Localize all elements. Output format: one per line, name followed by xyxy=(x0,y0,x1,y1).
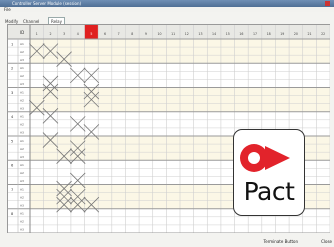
row-label: A3 xyxy=(20,106,24,110)
window-title: Controller Server Module (session) xyxy=(12,1,82,6)
row-label: A1 xyxy=(20,163,24,167)
column-number: 14 xyxy=(212,32,216,36)
column-number: 1 xyxy=(36,32,38,36)
group-id: 8 xyxy=(11,212,14,216)
group-id: 1 xyxy=(11,42,13,46)
row-label: A3 xyxy=(20,155,24,159)
pact-logo: Pact xyxy=(233,129,305,216)
column-number: 19 xyxy=(280,32,284,36)
pact-logo-text: Pact xyxy=(243,177,295,206)
grid-header-label: ID xyxy=(20,30,24,35)
row-label: A3 xyxy=(20,203,24,207)
row-label: A3 xyxy=(20,82,24,86)
row-label: A2 xyxy=(20,171,24,175)
menu-bar: File xyxy=(0,7,334,12)
row-label: A3 xyxy=(20,228,24,232)
row-label: A2 xyxy=(20,98,24,102)
column-number: 4 xyxy=(77,32,79,36)
group-id: 5 xyxy=(11,139,13,143)
close-icon[interactable] xyxy=(325,1,330,6)
row-label: A1 xyxy=(20,139,24,143)
group-id: 6 xyxy=(11,164,14,168)
row-label: A1 xyxy=(20,90,24,94)
terminate-button[interactable]: Terminate Button xyxy=(264,237,299,247)
column-number: 2 xyxy=(49,32,51,36)
column-number: 20 xyxy=(294,32,298,36)
row-label: A3 xyxy=(20,131,24,135)
column-number: 17 xyxy=(253,32,257,36)
row-label: A1 xyxy=(20,187,24,191)
menu-file[interactable]: File xyxy=(4,7,11,12)
column-number: 18 xyxy=(267,32,271,36)
column-number: 11 xyxy=(171,32,175,36)
row-label: A2 xyxy=(20,220,24,224)
column-number: 10 xyxy=(158,32,162,36)
column-number: 3 xyxy=(63,32,65,36)
row-label: A1 xyxy=(20,115,24,119)
status-bar: Terminate Button Close xyxy=(0,237,334,247)
column-number: 5 xyxy=(90,32,92,36)
row-label: A1 xyxy=(20,66,24,70)
pact-mark-icon xyxy=(240,144,290,172)
row-label: A2 xyxy=(20,195,24,199)
group-id: 2 xyxy=(11,67,13,71)
row-label: A2 xyxy=(20,74,24,78)
column-number: 6 xyxy=(104,32,106,36)
column-number: 21 xyxy=(308,32,312,36)
close-button[interactable]: Close xyxy=(321,237,332,247)
column-number: 13 xyxy=(198,32,202,36)
column-number: 8 xyxy=(131,32,133,36)
window-titlebar: Controller Server Module (session) xyxy=(0,0,334,7)
group-id: 3 xyxy=(11,91,13,95)
row-label: A3 xyxy=(20,179,24,183)
column-number: 22 xyxy=(321,32,325,36)
row-label: A2 xyxy=(20,50,24,54)
column-number: 7 xyxy=(118,32,120,36)
row-label: A1 xyxy=(20,42,24,46)
group-id: 4 xyxy=(11,115,14,119)
row-label: A2 xyxy=(20,123,24,127)
column-number: 16 xyxy=(239,32,243,36)
row-label: A2 xyxy=(20,147,24,151)
group-id: 7 xyxy=(11,188,13,192)
row-label: A3 xyxy=(20,58,24,62)
column-number: 12 xyxy=(185,32,189,36)
row-label: A1 xyxy=(20,212,24,216)
column-number: 9 xyxy=(145,32,147,36)
column-number: 15 xyxy=(226,32,230,36)
